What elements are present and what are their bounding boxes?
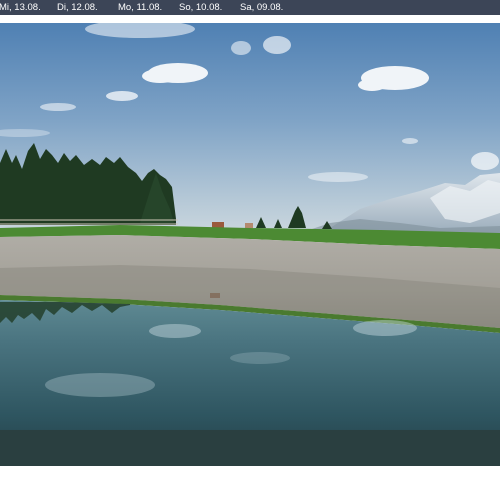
date-tab-tue[interactable]: Di, 12.08. (57, 0, 98, 15)
page-footer-space (0, 466, 500, 500)
date-navigation-bar: Mi, 13.08. Di, 12.08. Mo, 11.08. So, 10.… (0, 0, 500, 15)
hut (212, 222, 224, 228)
date-tab-sun[interactable]: So, 10.08. (179, 0, 222, 15)
date-tab-sat[interactable]: Sa, 09.08. (240, 0, 283, 15)
date-tab-wed[interactable]: Mi, 13.08. (0, 0, 41, 15)
webcam-image[interactable] (0, 23, 500, 466)
date-tab-mon[interactable]: Mo, 11.08. (118, 0, 162, 15)
image-bottom-band (0, 430, 500, 466)
spacer (0, 15, 500, 23)
